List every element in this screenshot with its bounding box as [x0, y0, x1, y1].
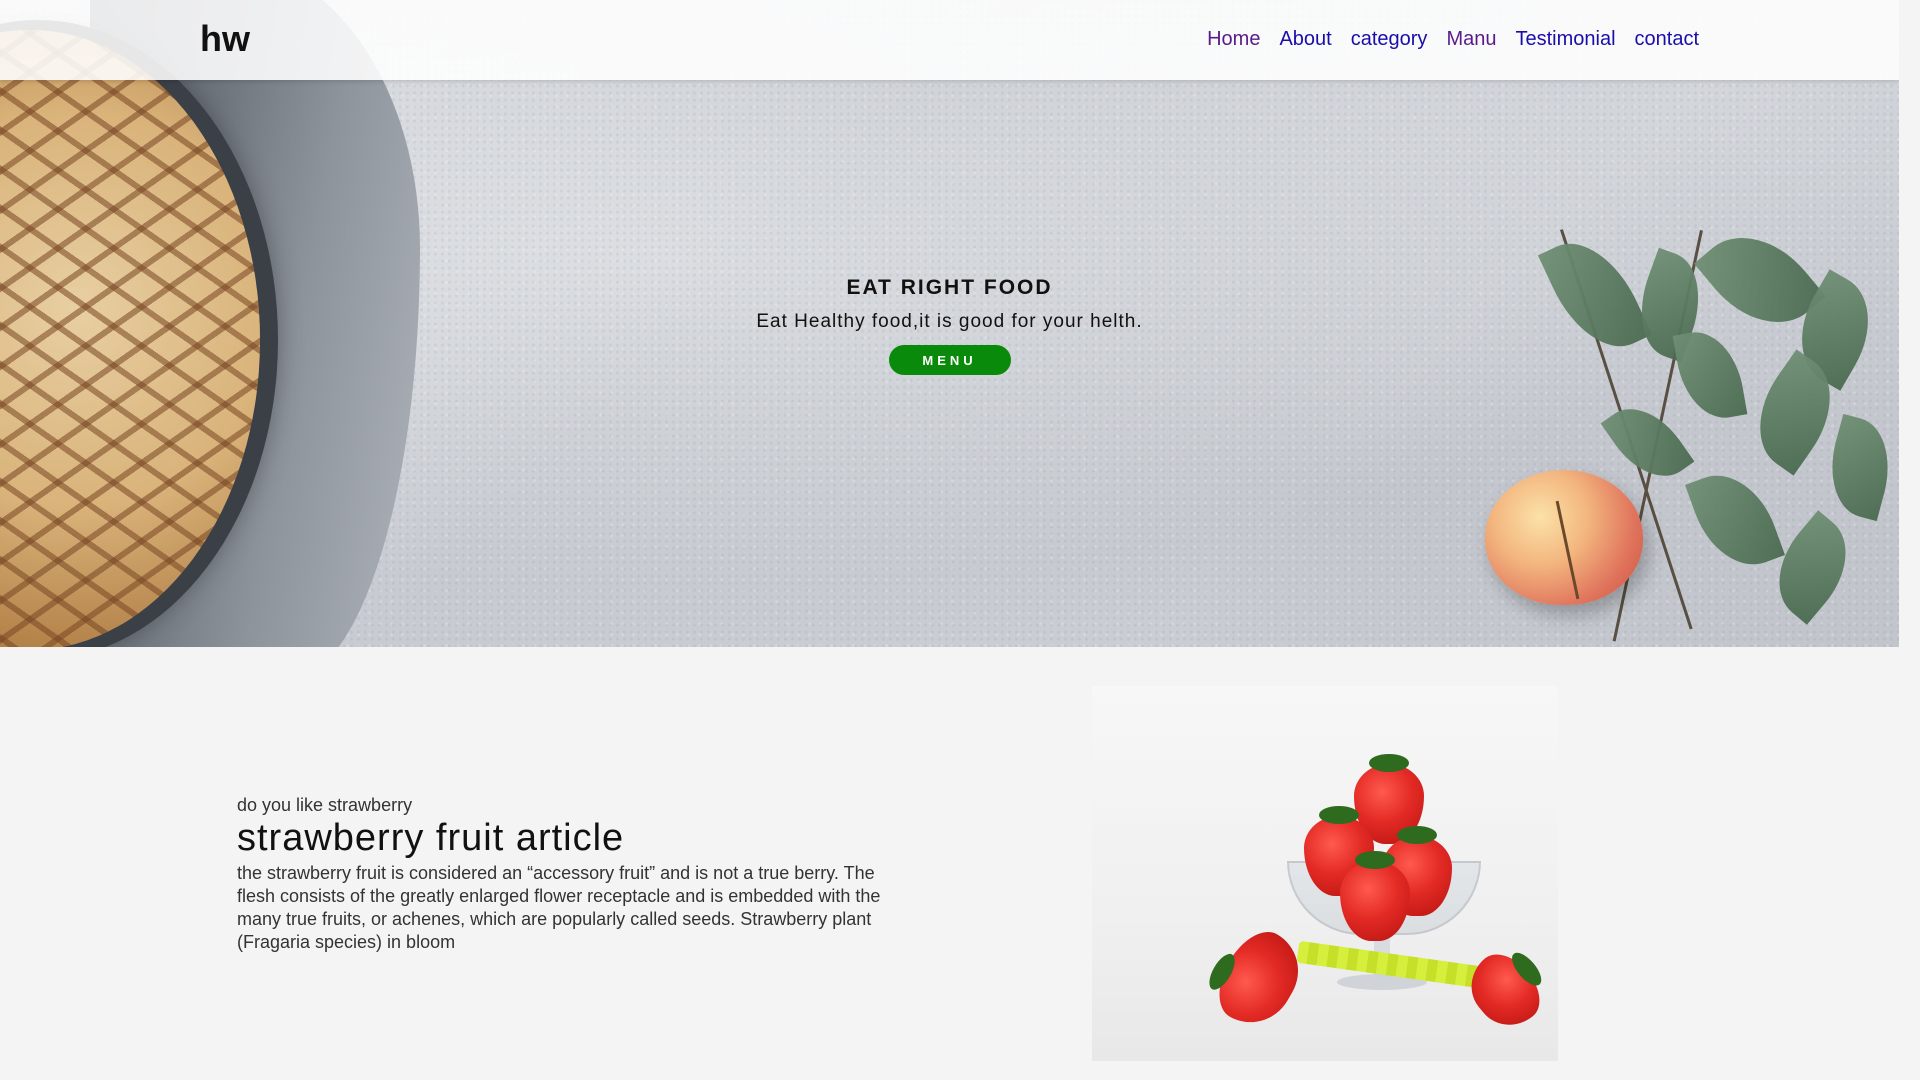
site-header: hw Home About category Manu Testimonial … [0, 0, 1899, 80]
menu-button[interactable]: MENU [888, 345, 1011, 375]
article-title: strawberry fruit article [237, 817, 625, 859]
strawberry [1205, 920, 1314, 1038]
article-body: the strawberry fruit is considered an “a… [237, 863, 881, 952]
nav-link-category[interactable]: category [1351, 28, 1428, 51]
nav-link-testimonial[interactable]: Testimonial [1515, 28, 1615, 51]
nav-link-home[interactable]: Home [1207, 28, 1260, 51]
main-nav: Home About category Manu Testimonial con… [1207, 28, 1699, 51]
hero-section: EAT RIGHT FOOD Eat Healthy food,it is go… [0, 0, 1899, 647]
hero-content: EAT RIGHT FOOD Eat Healthy food,it is go… [0, 276, 1899, 375]
hero-subtitle: Eat Healthy food,it is good for your hel… [756, 311, 1143, 332]
strawberry [1457, 942, 1552, 1040]
hero-title: EAT RIGHT FOOD [846, 276, 1053, 299]
nav-link-manu[interactable]: Manu [1446, 28, 1496, 51]
site-logo[interactable]: hw [200, 18, 250, 60]
strawberry-photo [1092, 686, 1558, 1061]
page: EAT RIGHT FOOD Eat Healthy food,it is go… [0, 0, 1899, 1080]
article-kicker: do you like strawberry [237, 795, 413, 815]
nav-link-contact[interactable]: contact [1635, 28, 1699, 51]
article-section: do you like strawberry strawberry fruit … [237, 795, 917, 954]
nav-link-about[interactable]: About [1279, 28, 1331, 51]
